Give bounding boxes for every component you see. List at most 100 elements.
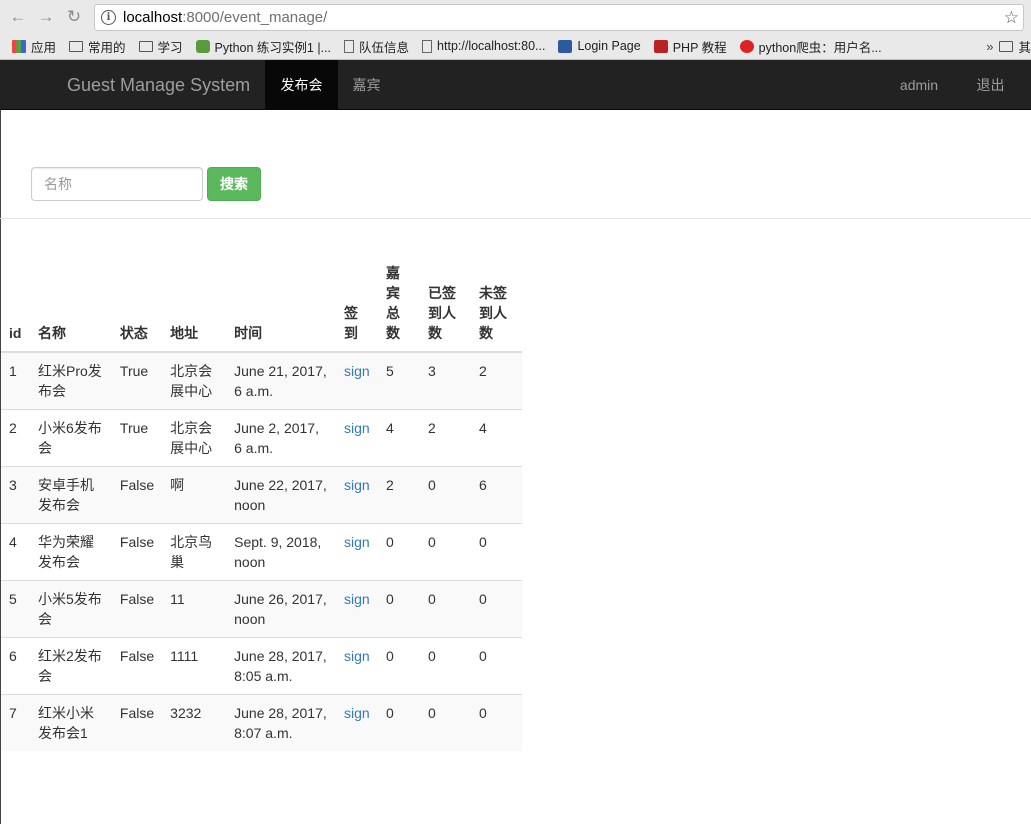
logout-link[interactable]: 退出 <box>963 60 1018 110</box>
cell-name: 小米5发布会 <box>29 580 112 638</box>
cell-id: 6 <box>1 637 30 695</box>
table-header-row: id 名称 状态 地址 时间 签到 嘉宾总数 已签到人数 未签到人数 <box>1 255 522 353</box>
folder-icon <box>69 40 84 52</box>
python-icon <box>195 39 210 53</box>
bookmark-folder-study[interactable]: 学习 <box>138 37 183 56</box>
cell-address: 1111 <box>162 637 227 695</box>
sign-link[interactable]: sign <box>344 591 370 607</box>
table-row: 5 小米5发布会 False 11 June 26, 2017, noon si… <box>1 580 522 638</box>
cell-name: 安卓手机发布会 <box>29 466 112 524</box>
cell-name: 华为荣耀发布会 <box>29 523 112 581</box>
bookmark-apps[interactable]: 应用 <box>12 37 56 56</box>
bookmark-localhost[interactable]: http://localhost:80... <box>422 39 545 53</box>
bookmark-label: 队伍信息 <box>359 40 410 55</box>
bookmark-label: python爬虫：用户名... <box>758 40 882 55</box>
bookmarks-overflow[interactable]: » 其 <box>986 34 1031 58</box>
browser-nav-buttons: ← → ↻ <box>6 6 86 28</box>
cell-signed: 0 <box>419 694 471 751</box>
cell-name: 红米小米发布会1 <box>29 694 112 751</box>
table-row: 2 小米6发布会 True 北京会展中心 June 2, 2017, 6 a.m… <box>1 409 522 467</box>
cell-time: June 22, 2017, noon <box>226 466 337 524</box>
cell-sign: sign <box>336 580 379 638</box>
cell-total: 4 <box>378 409 420 467</box>
chevron-right-icon: » <box>986 38 994 54</box>
bookmark-label: PHP 教程 <box>672 40 727 55</box>
table-row: 7 红米小米发布会1 False 3232 June 28, 2017, 8:0… <box>1 694 522 751</box>
folder-icon <box>999 40 1014 52</box>
c-icon <box>739 39 754 53</box>
cell-id: 3 <box>1 466 30 524</box>
cell-unsigned: 0 <box>470 523 522 581</box>
header-address: 地址 <box>162 255 227 353</box>
cell-address: 3232 <box>162 694 227 751</box>
bookmark-star-icon[interactable]: ☆ <box>1004 8 1019 28</box>
cell-time: June 28, 2017, 8:07 a.m. <box>226 694 337 751</box>
cell-unsigned: 0 <box>470 580 522 638</box>
sign-link[interactable]: sign <box>344 648 370 664</box>
url-path: :8000/event_manage/ <box>182 9 328 26</box>
cell-total: 0 <box>378 580 420 638</box>
cell-status: False <box>111 466 163 524</box>
cell-total: 0 <box>378 694 420 751</box>
cell-status: False <box>111 694 163 751</box>
cell-id: 7 <box>1 694 30 751</box>
tab-events[interactable]: 发布会 <box>265 60 338 110</box>
bookmark-python-crawler[interactable]: python爬虫：用户名... <box>739 37 882 56</box>
table-row: 6 红米2发布会 False 1111 June 28, 2017, 8:05 … <box>1 637 522 695</box>
cell-time: June 28, 2017, 8:05 a.m. <box>226 637 337 695</box>
header-status: 状态 <box>111 255 163 353</box>
cell-id: 4 <box>1 523 30 581</box>
tab-guests[interactable]: 嘉宾 <box>338 60 395 110</box>
bookmark-label: Python 练习实例1 |... <box>214 40 332 55</box>
cell-sign: sign <box>336 637 379 695</box>
bookmark-team-info[interactable]: 队伍信息 <box>344 37 409 56</box>
cell-signed: 0 <box>419 466 471 524</box>
cell-total: 2 <box>378 466 420 524</box>
cell-sign: sign <box>336 409 379 467</box>
brand-title[interactable]: Guest Manage System <box>67 60 250 110</box>
bookmark-login-page[interactable]: Login Page <box>558 39 641 53</box>
cell-id: 1 <box>1 351 30 410</box>
cell-signed: 3 <box>419 351 471 410</box>
cell-signed: 0 <box>419 637 471 695</box>
forward-icon[interactable]: → <box>34 6 58 28</box>
cell-name: 小米6发布会 <box>29 409 112 467</box>
bookmark-label: http://localhost:80... <box>437 39 546 53</box>
cell-status: True <box>111 351 163 410</box>
sign-link[interactable]: sign <box>344 477 370 493</box>
cell-address: 北京会展中心 <box>162 409 227 467</box>
user-link[interactable]: admin <box>889 60 949 110</box>
search-input[interactable] <box>31 167 203 201</box>
cell-unsigned: 2 <box>470 351 522 410</box>
header-total: 嘉宾总数 <box>378 255 420 353</box>
bookmark-php[interactable]: PHP 教程 <box>653 37 727 56</box>
sign-link[interactable]: sign <box>344 420 370 436</box>
cell-total: 0 <box>378 637 420 695</box>
sign-link[interactable]: sign <box>344 534 370 550</box>
cell-unsigned: 4 <box>470 409 522 467</box>
sign-link[interactable]: sign <box>344 705 370 721</box>
reload-icon[interactable]: ↻ <box>62 6 86 28</box>
cell-status: False <box>111 523 163 581</box>
browser-chrome: ← → ↻ i localhost:8000/event_manage/ ☆ 应… <box>0 0 1031 60</box>
info-icon[interactable]: i <box>101 10 116 25</box>
folder-icon <box>138 40 153 52</box>
w3-icon <box>653 39 668 53</box>
bookmarks-bar: 应用 常用的 学习 Python 练习实例1 |... 队伍信息 http://… <box>0 34 1031 58</box>
header-signed: 已签到人数 <box>419 255 471 353</box>
login-icon <box>558 39 573 53</box>
search-button[interactable]: 搜索 <box>207 167 261 201</box>
bookmark-python[interactable]: Python 练习实例1 |... <box>195 37 332 56</box>
bookmark-label: 其 <box>1018 40 1031 55</box>
cell-status: True <box>111 409 163 467</box>
cell-time: June 21, 2017, 6 a.m. <box>226 351 337 410</box>
sign-link[interactable]: sign <box>344 363 370 379</box>
cell-unsigned: 0 <box>470 637 522 695</box>
back-icon[interactable]: ← <box>6 6 30 28</box>
cell-unsigned: 0 <box>470 694 522 751</box>
cell-name: 红米2发布会 <box>29 637 112 695</box>
address-bar[interactable]: i localhost:8000/event_manage/ ☆ <box>94 4 1024 31</box>
top-navbar: Guest Manage System 发布会 嘉宾 admin 退出 <box>0 60 1031 110</box>
page-icon <box>422 39 433 53</box>
bookmark-folder-common[interactable]: 常用的 <box>69 37 126 56</box>
